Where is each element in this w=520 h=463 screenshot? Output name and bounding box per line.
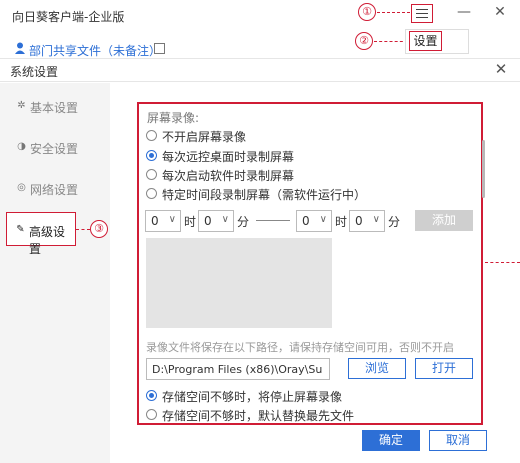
sidebar-item-advanced[interactable]: ✎ 高级设置 [6, 212, 76, 256]
main-menu-button[interactable] [411, 4, 433, 23]
network-icon: ◎ [17, 182, 26, 193]
minute-unit: 分 [388, 215, 401, 229]
cancel-button[interactable]: 取消 [429, 430, 487, 451]
radio-button[interactable] [146, 150, 157, 161]
start-hour-select[interactable]: 0 ∨ [145, 210, 181, 232]
hour-unit: 时 [184, 215, 197, 229]
sidebar-item-label: 基本设置 [30, 101, 79, 115]
select-value: 0 [355, 214, 363, 228]
sidebar-item-label: 高级设置 [29, 225, 66, 256]
scrollbar[interactable] [482, 140, 485, 198]
step-2-marker: ② [355, 32, 373, 50]
step-2-connector [374, 41, 408, 42]
ok-button[interactable]: 确定 [362, 430, 420, 451]
sidebar-item-label: 安全设置 [30, 142, 79, 156]
radio-label: 每次远控桌面时录制屏幕 [162, 150, 295, 164]
shield-icon: ◑ [17, 141, 26, 152]
menu-icon [416, 9, 428, 10]
start-minute-select[interactable]: 0 ∨ [198, 210, 234, 232]
gear-icon: ✲ [17, 100, 26, 111]
step-1-connector [377, 12, 410, 13]
radio-button[interactable] [146, 130, 157, 141]
time-range-list[interactable] [146, 238, 332, 328]
select-value: 0 [302, 214, 310, 228]
radio-label: 不开启屏幕录像 [162, 130, 247, 144]
step-3-marker: ③ [90, 220, 108, 238]
step-1-marker: ① [358, 3, 376, 21]
user-icon [15, 42, 25, 54]
end-hour-select[interactable]: 0 ∨ [296, 210, 332, 232]
sidebar-item-label: 网络设置 [30, 183, 79, 197]
end-minute-select[interactable]: 0 ∨ [349, 210, 385, 232]
app-title: 向日葵客户端-企业版 [12, 10, 125, 24]
edit-icon[interactable] [154, 43, 165, 54]
hour-unit: 时 [335, 215, 348, 229]
select-value: 0 [151, 214, 159, 228]
chevron-down-icon: ∨ [221, 214, 229, 225]
close-app-button[interactable]: ✕ [491, 4, 509, 20]
browse-button[interactable]: 浏览 [348, 358, 406, 379]
step-3-connector [76, 229, 90, 230]
chevron-down-icon: ∨ [319, 214, 327, 225]
save-path-input[interactable] [147, 359, 329, 379]
sidebar-item-network[interactable]: ◎ 网络设置 [0, 171, 110, 207]
sidebar-item-basic[interactable]: ✲ 基本设置 [0, 89, 110, 125]
advanced-icon: ✎ [16, 224, 25, 235]
path-note: 录像文件将保存在以下路径，请保持存储空间可用，否则不开启 [146, 341, 454, 354]
menu-item-settings[interactable]: 设置 [409, 31, 442, 51]
shared-folder-link[interactable]: 部门共享文件（未备注） [29, 42, 161, 59]
range-separator [256, 220, 290, 221]
radio-button[interactable] [146, 169, 157, 180]
section-title: 屏幕录像: [147, 111, 200, 125]
radio-button[interactable] [146, 390, 157, 401]
panel-connector [485, 262, 520, 263]
radio-label: 每次启动软件时录制屏幕 [162, 169, 295, 183]
menu-icon-line [416, 17, 428, 18]
minimize-button[interactable]: — [455, 4, 473, 20]
dialog-close-button[interactable]: ✕ [492, 60, 510, 78]
menu-icon-line [416, 13, 428, 14]
dialog-title: 系统设置 [10, 65, 59, 79]
radio-label: 特定时间段录制屏幕（需软件运行中） [162, 188, 367, 202]
radio-label: 存储空间不够时，将停止屏幕录像 [162, 390, 343, 404]
minute-unit: 分 [237, 215, 250, 229]
dialog-header [0, 58, 520, 82]
select-value: 0 [204, 214, 212, 228]
save-path-field[interactable] [146, 358, 330, 380]
open-folder-button[interactable]: 打开 [415, 358, 473, 379]
chevron-down-icon: ∨ [168, 214, 176, 225]
chevron-down-icon: ∨ [372, 214, 380, 225]
radio-button[interactable] [146, 409, 157, 420]
radio-button[interactable] [146, 188, 157, 199]
sidebar-item-security[interactable]: ◑ 安全设置 [0, 130, 110, 166]
radio-label: 存储空间不够时，默认替换最先文件 [162, 409, 355, 423]
add-time-button[interactable]: 添加 [415, 210, 473, 231]
